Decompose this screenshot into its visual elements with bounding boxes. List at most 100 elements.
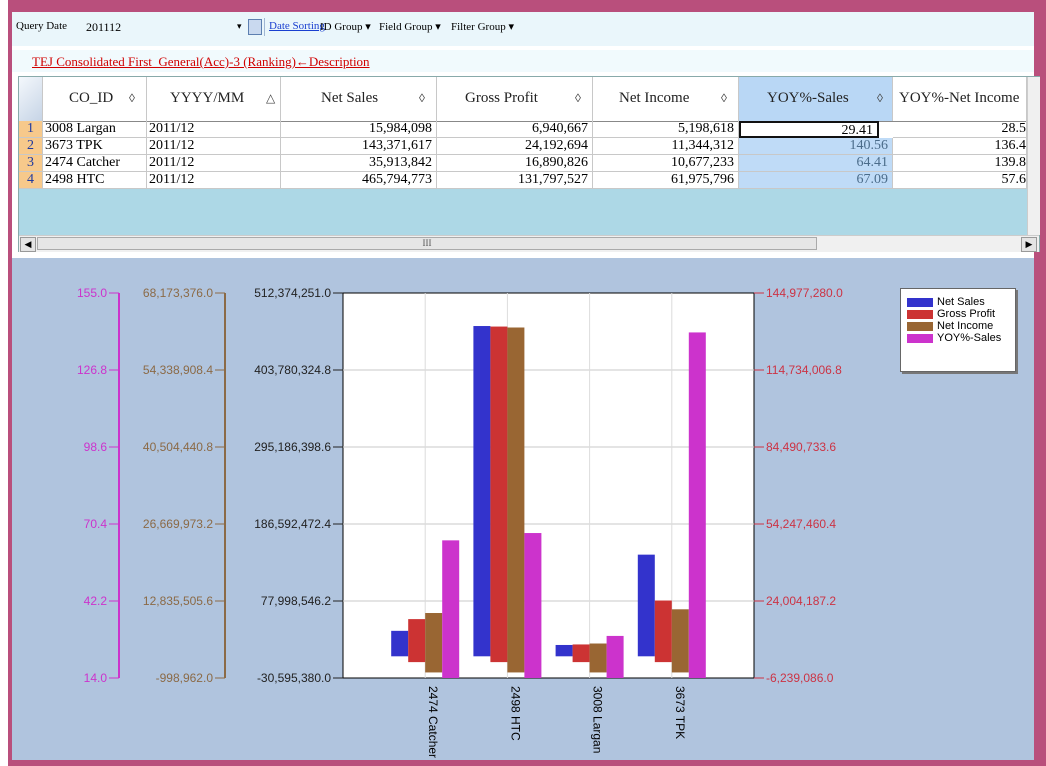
bar-gross-profit [490,326,508,663]
bar-yoy-sales [524,533,542,678]
net_income-axis-tick-label: 12,835,505.6 [143,594,213,608]
cell-co-id[interactable]: 2498 HTC [43,172,147,189]
description-link[interactable]: TEJ Consolidated First_General(Acc)-3 (R… [32,54,370,70]
sort-icon: ◊ [575,91,581,105]
cell-net-sales[interactable]: 15,984,098 [281,121,437,138]
query-date-value[interactable]: 201112 [86,20,121,35]
cell-yoy-net-income[interactable]: 136.4 [893,138,1027,155]
column-header-gross-profit[interactable]: Gross Profit ◊ [437,77,593,121]
bar-net-income [671,609,689,673]
row-number[interactable]: 1 [19,121,43,138]
table-row[interactable]: 2 3673 TPK 2011/12 143,371,617 24,192,69… [19,138,1039,155]
sort-ascending-icon: △ [266,91,276,105]
query-toolbar: Query Date 201112 ▾ Date Sorting ID Grou… [12,12,1034,46]
cell-yoy-net-income[interactable]: 28.5 [893,121,1027,138]
cell-yyyymm[interactable]: 2011/12 [147,172,281,189]
row-number[interactable]: 2 [19,138,43,155]
sort-icon: ◊ [721,91,727,105]
cell-yoy-net-income[interactable]: 139.8 [893,155,1027,172]
table-row[interactable]: 1 3008 Largan 2011/12 15,984,098 6,940,6… [19,121,1039,138]
scroll-right-icon[interactable]: ▶ [1021,237,1037,252]
scroll-left-icon[interactable]: ◀ [20,237,36,252]
cell-yoy-sales[interactable]: 64.41 [739,155,893,172]
column-header-co-id[interactable]: CO_ID ◊ [43,77,147,121]
sort-icon: ◊ [877,91,883,105]
cell-net-income[interactable]: 11,344,312 [593,138,739,155]
vertical-scrollbar[interactable] [1027,77,1040,235]
cell-gross-profit[interactable]: 6,940,667 [437,121,593,138]
column-header-yoy-sales[interactable]: YOY%-Sales ◊ [739,77,893,121]
cell-gross-profit[interactable]: 131,797,527 [437,172,593,189]
net_sales-axis-tick-label: 403,780,324.8 [254,363,331,377]
filter-group-menu[interactable]: Filter Group ▾ [451,20,514,33]
cell-yyyymm[interactable]: 2011/12 [147,155,281,172]
id-group-label: ID Group [320,21,363,33]
chart-legend: Net Sales Gross Profit Net Income YOY%-S… [900,288,1016,372]
field-group-menu[interactable]: Field Group ▾ [379,20,441,33]
row-number[interactable]: 4 [19,172,43,189]
cell-net-income[interactable]: 5,198,618 [593,121,739,138]
cell-net-sales[interactable]: 143,371,617 [281,138,437,155]
cell-yyyymm[interactable]: 2011/12 [147,121,281,138]
cell-yoy-sales-active[interactable]: 29.41 [739,121,879,138]
grid-corner[interactable] [19,77,43,121]
column-header-label: Net Income [619,90,690,106]
column-header-net-income[interactable]: Net Income ◊ [593,77,739,121]
cell-net-sales[interactable]: 465,794,773 [281,172,437,189]
query-date-dropdown-icon[interactable]: ▾ [237,21,242,32]
field-group-chevron-down-icon: ▾ [435,21,441,33]
sort-icon: ◊ [419,91,425,105]
table-row[interactable]: 4 2498 HTC 2011/12 465,794,773 131,797,5… [19,172,1039,189]
id-group-chevron-down-icon: ▾ [365,21,371,33]
legend-label: Gross Profit [937,308,996,320]
cell-co-id[interactable]: 3008 Largan [43,121,147,138]
bar-chart: 155.0 126.8 98.6 70.4 42.2 14.0 68,173,376.0 54… [77,286,843,758]
horizontal-scroll-thumb[interactable]: III [37,237,817,250]
net_sales-axis-tick-label: -30,595,380.0 [257,671,331,685]
cell-yoy-sales[interactable]: 67.09 [739,172,893,189]
yoy-axis-tick-label: 126.8 [77,363,107,377]
legend-swatch [907,334,933,343]
gross_profit-axis-tick-label: 114,734,006.8 [766,363,842,377]
cell-yyyymm[interactable]: 2011/12 [147,138,281,155]
column-header-net-sales[interactable]: Net Sales ◊ [281,77,437,121]
cell-gross-profit[interactable]: 16,890,826 [437,155,593,172]
window-border-bottom [8,760,1046,766]
gross_profit-axis-tick-label: 84,490,733.6 [766,440,836,454]
cell-yoy-sales[interactable]: 140.56 [739,138,893,155]
cell-co-id[interactable]: 3673 TPK [43,138,147,155]
legend-label: YOY%-Sales [937,332,1002,344]
column-header-yoy-net-income[interactable]: YOY%-Net Income [893,77,1027,121]
gross_profit-axis-tick-label: 144,977,280.0 [766,286,843,300]
column-header-label: Net Sales [321,90,379,106]
x-axis-category-label: 2474 Catcher [426,686,440,758]
horizontal-scrollbar[interactable]: ◀ III ▶ [19,235,1039,252]
filter-group-chevron-down-icon: ▾ [508,21,514,33]
bar-yoy-sales [442,540,460,678]
gross_profit-axis-tick-label: 54,247,460.4 [766,517,836,531]
net_sales-axis-tick-label: 186,592,472.4 [254,517,331,531]
calendar-icon[interactable] [248,19,262,35]
bar-net-income [425,613,443,673]
cell-net-income[interactable]: 10,677,233 [593,155,739,172]
grid-empty-area [19,189,1039,235]
id-group-menu[interactable]: ID Group ▾ [320,20,371,33]
date-sorting-link[interactable]: Date Sorting [269,20,325,32]
cell-co-id[interactable]: 2474 Catcher [43,155,147,172]
net_income-axis-tick-label: 68,173,376.0 [143,286,213,300]
column-header-yyyymm[interactable]: YYYY/MM △ [147,77,281,121]
cell-gross-profit[interactable]: 24,192,694 [437,138,593,155]
grid-header: CO_ID ◊ YYYY/MM △ Net Sales ◊ Gross Prof… [19,77,1039,122]
net_income-axis-tick-label: -998,962.0 [156,671,214,685]
filter-group-label: Filter Group [451,21,506,33]
net_sales-axis-tick-label: 512,374,251.0 [254,286,331,300]
table-row[interactable]: 3 2474 Catcher 2011/12 35,913,842 16,890… [19,155,1039,172]
bar-net-sales [391,630,409,657]
bar-gross-profit [654,600,672,663]
cell-net-sales[interactable]: 35,913,842 [281,155,437,172]
legend-swatch [907,298,933,307]
cell-net-income[interactable]: 61,975,796 [593,172,739,189]
cell-yoy-net-income[interactable]: 57.6 [893,172,1027,189]
bar-net-sales [637,554,655,657]
row-number[interactable]: 3 [19,155,43,172]
